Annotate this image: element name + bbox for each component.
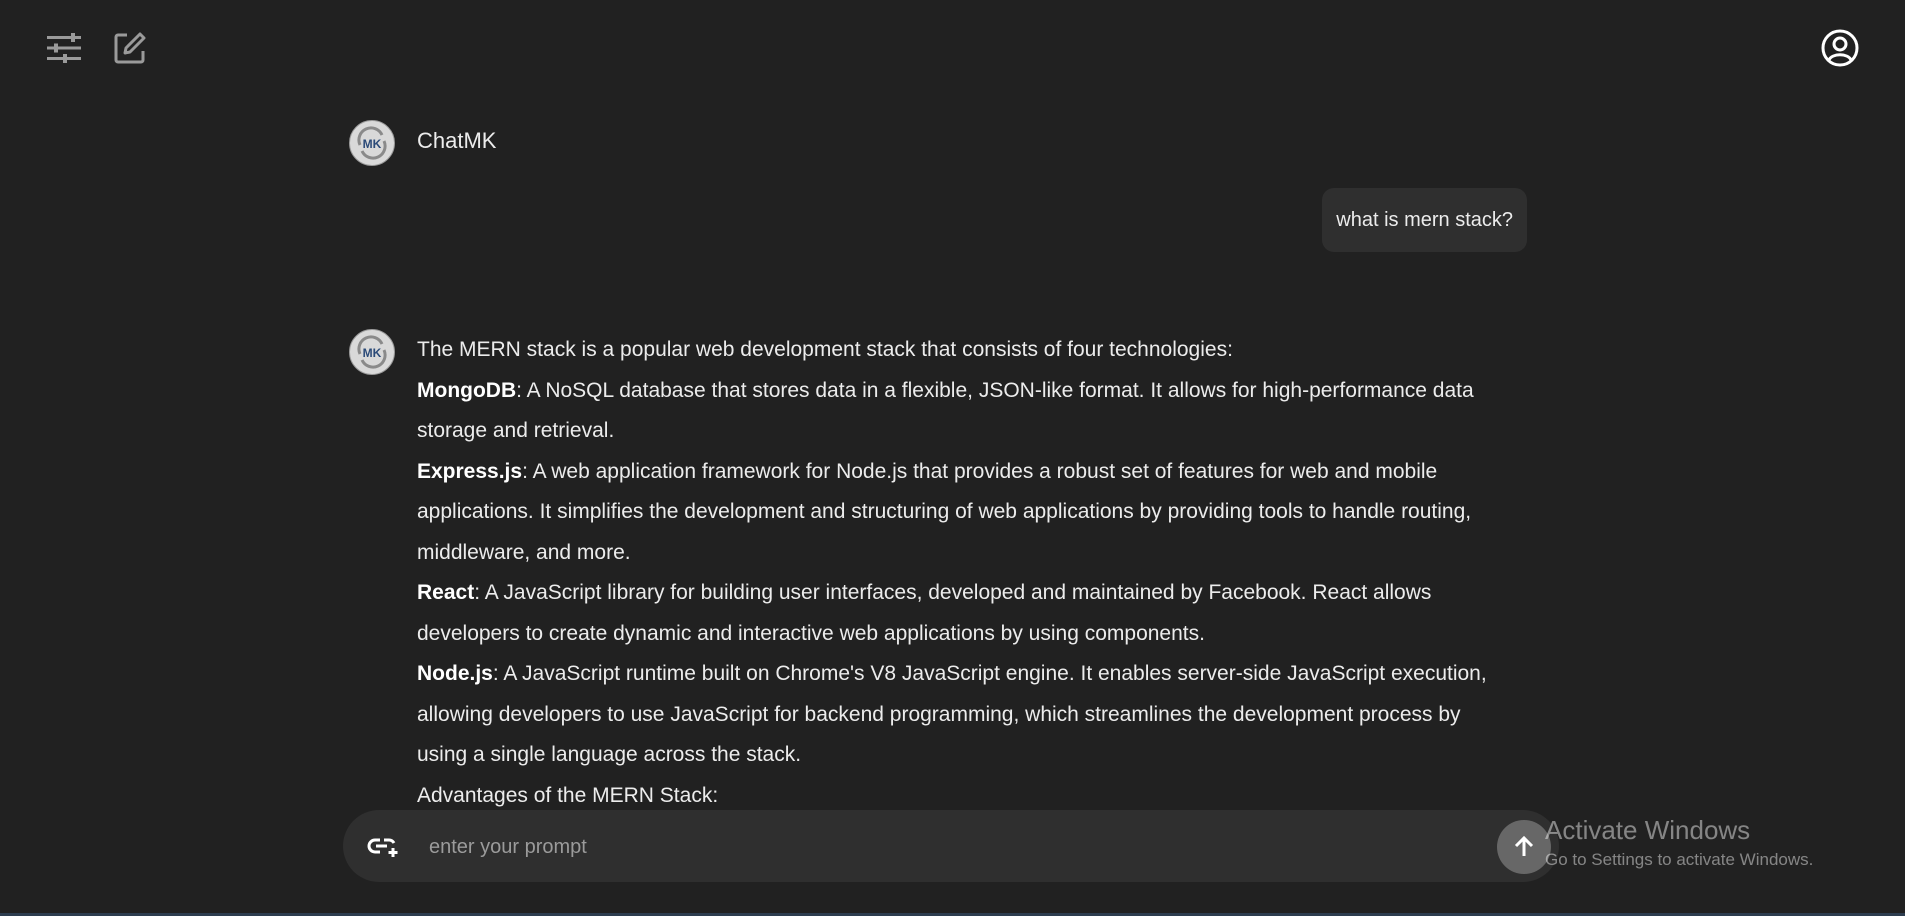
bot-answer: The MERN stack is a popular web developm…: [417, 330, 1487, 816]
watermark-title: Activate Windows: [1545, 815, 1751, 845]
bot-avatar: MK: [349, 329, 395, 375]
bot-logo-icon: MK: [357, 126, 387, 160]
answer-intro: The MERN stack is a popular web developm…: [417, 338, 1233, 361]
user-circle-icon[interactable]: [1820, 28, 1860, 68]
chat-page: MK ChatMK what is mern stack? MK The MER…: [0, 0, 1905, 916]
sliders-icon[interactable]: [44, 28, 84, 68]
svg-text:MK: MK: [363, 346, 382, 360]
edit-icon[interactable]: [110, 28, 150, 68]
link-plus-icon[interactable]: [365, 828, 401, 864]
user-message: what is mern stack?: [1322, 188, 1527, 252]
prompt-input[interactable]: [427, 824, 1431, 870]
send-button[interactable]: [1497, 820, 1551, 874]
answer-item-react: React: A JavaScript library for building…: [417, 581, 1432, 645]
bot-logo-icon: MK: [357, 335, 387, 369]
bot-name: ChatMK: [417, 128, 497, 153]
arrow-up-icon: [1514, 836, 1534, 856]
activate-windows-watermark: Activate Windows Go to Settings to activ…: [1545, 815, 1813, 871]
answer-item-node: Node.js: A JavaScript runtime built on C…: [417, 662, 1487, 766]
svg-text:MK: MK: [363, 137, 382, 151]
prompt-bar: [343, 810, 1559, 882]
answer-item-express: Express.js: A web application framework …: [417, 459, 1472, 564]
bot-avatar: MK: [349, 120, 395, 166]
watermark-subtitle: Go to Settings to activate Windows.: [1545, 850, 1814, 869]
answer-item-mongodb: MongoDB: A NoSQL database that stores da…: [417, 378, 1474, 443]
